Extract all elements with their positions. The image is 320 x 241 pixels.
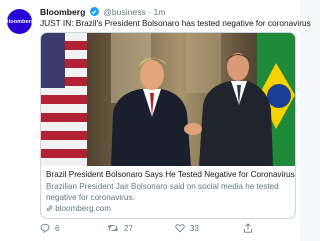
retweet-icon [107, 223, 119, 233]
handshake [184, 123, 202, 135]
header-separator: · [148, 7, 152, 17]
link-icon [46, 204, 55, 213]
tweet-actions: 6 27 33 [40, 223, 260, 235]
avatar-label: Bloomberg [4, 18, 35, 25]
us-flag [41, 33, 87, 166]
reply-button[interactable]: 6 [40, 223, 59, 233]
card-title: Brazil President Bolsonaro Says He Teste… [46, 170, 295, 179]
tweet-header: Bloomberg @business · 1m [40, 7, 165, 17]
card-photo [41, 33, 295, 166]
share-button[interactable] [243, 223, 253, 233]
verified-badge-icon [89, 7, 99, 16]
account-handle[interactable]: @business [103, 7, 146, 17]
tweet[interactable]: Bloomberg Bloomberg @business · 1m JUST … [0, 0, 311, 241]
heart-icon [175, 223, 185, 233]
like-count: 33 [190, 223, 199, 233]
retweet-button[interactable]: 27 [107, 223, 133, 233]
reply-icon [40, 223, 50, 233]
account-name[interactable]: Bloomberg [40, 7, 85, 17]
retweet-count: 27 [124, 223, 133, 233]
card-domain: bloomberg.com [55, 204, 112, 213]
card-description: Brazilian President Jair Bolsonaro said … [46, 182, 279, 202]
reply-count: 6 [55, 223, 60, 233]
like-button[interactable]: 33 [175, 223, 199, 233]
tweet-text: JUST IN: Brazil's President Bolsonaro ha… [40, 18, 311, 28]
share-icon [243, 223, 253, 233]
card-link[interactable]: bloomberg.com [46, 204, 111, 213]
tweet-time[interactable]: 1m [153, 7, 165, 17]
avatar[interactable]: Bloomberg [4, 9, 35, 34]
link-card[interactable]: Brazil President Bolsonaro Says He Teste… [40, 32, 296, 219]
